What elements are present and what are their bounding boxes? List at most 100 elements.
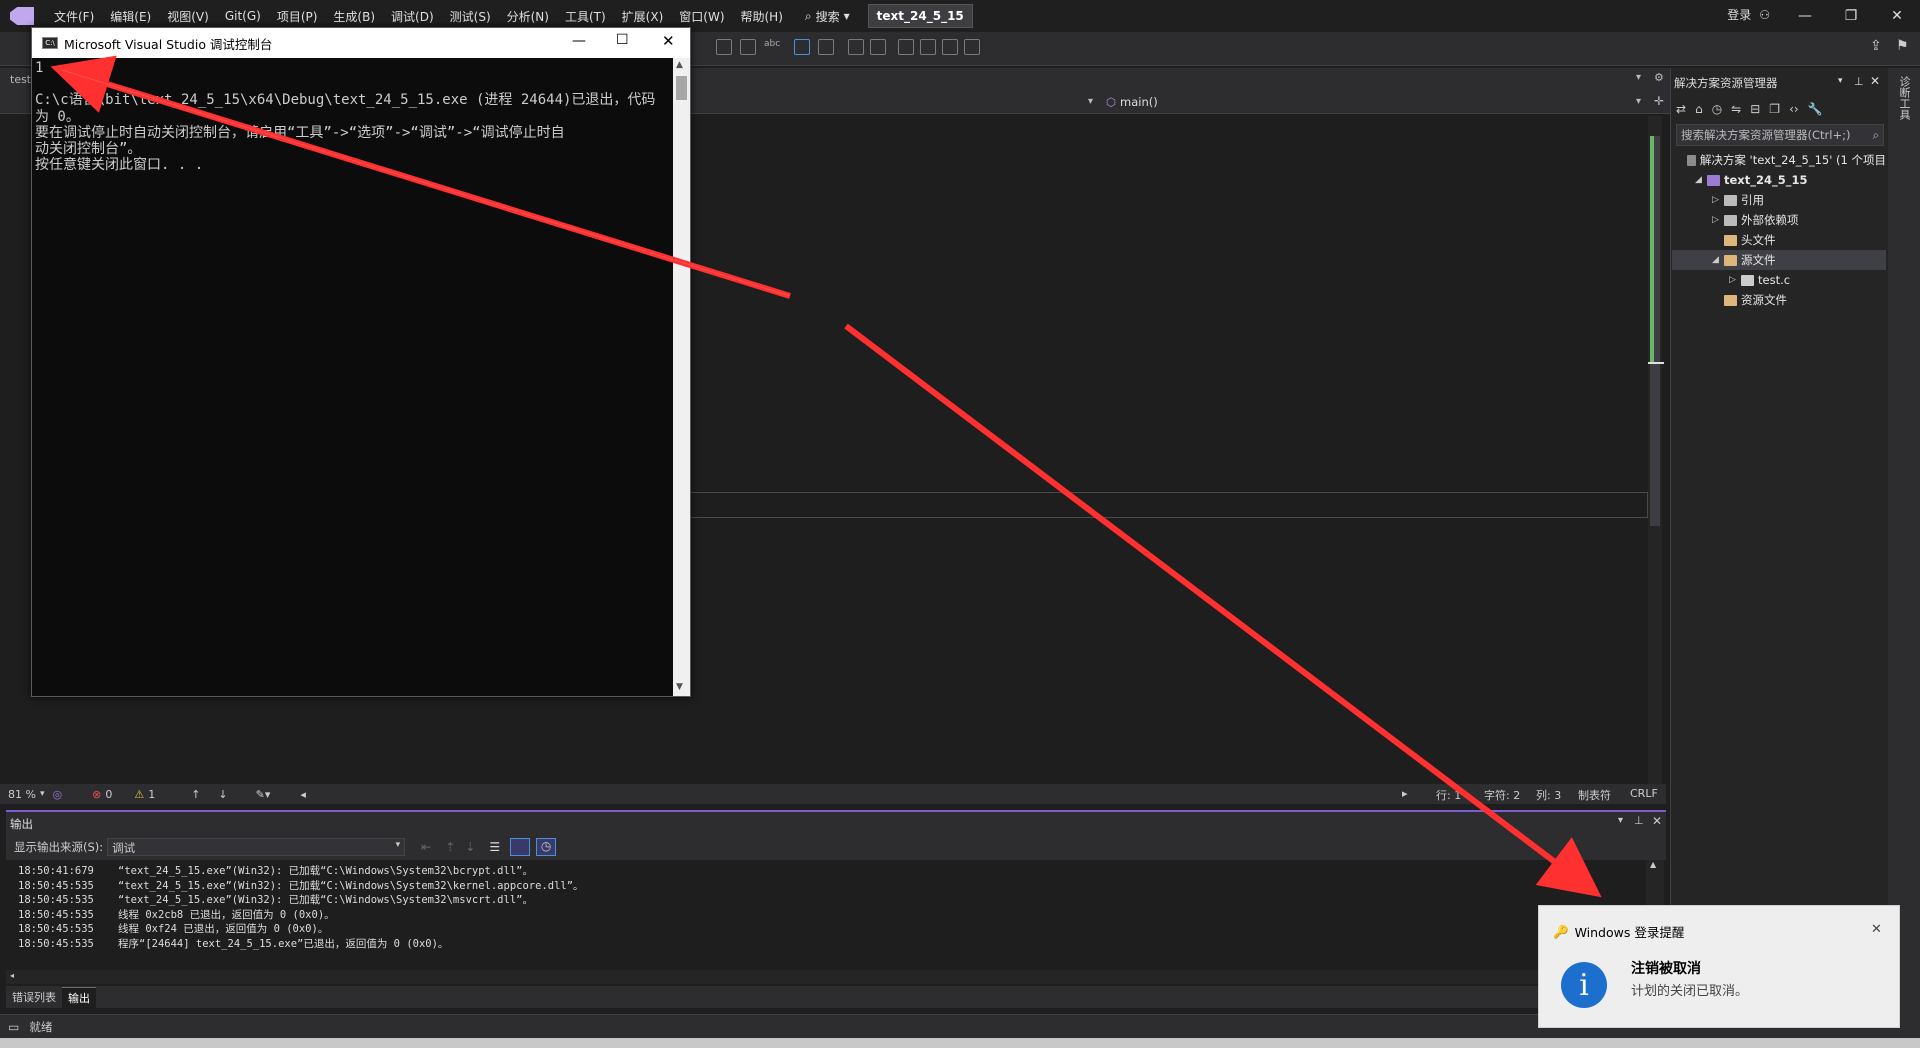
chevron-down-icon[interactable]: ▾ (1088, 96, 1093, 107)
bookmark-clear-icon[interactable] (964, 39, 980, 55)
share-icon[interactable]: ⇪ (1870, 38, 1882, 54)
menu-item-2[interactable]: 视图(V) (159, 8, 217, 25)
cleanup-icon[interactable]: ✎▾ (256, 788, 271, 801)
properties-icon[interactable]: 🔧 (1808, 102, 1823, 116)
history-icon[interactable]: ◷ (1712, 102, 1722, 116)
next-message-icon[interactable]: ⇣ (465, 840, 475, 854)
clear-all-icon[interactable]: ☰ (489, 840, 500, 854)
login-button[interactable]: 登录 ⚇ (1727, 6, 1770, 23)
panel-menu-icon[interactable]: ▾ (1838, 76, 1843, 86)
output-hscrollbar[interactable]: ◂ (6, 970, 1646, 984)
tree-expander-icon[interactable]: ▷ (1712, 215, 1722, 225)
scroll-down-icon[interactable]: ▼ (676, 682, 683, 692)
debug-console-window[interactable]: C:\ Microsoft Visual Studio 调试控制台 — ☐ ✕ … (31, 27, 691, 697)
tree-item[interactable]: ▷ test.c (1672, 270, 1886, 290)
source-select[interactable]: 调试 ▾ (107, 838, 406, 856)
menu-item-4[interactable]: 项目(P) (269, 8, 326, 25)
collapse-all-icon[interactable]: ⊟ (1750, 102, 1760, 116)
project-name-badge[interactable]: text_24_5_15 (867, 4, 973, 28)
show-all-files-icon[interactable]: ❐ (1769, 102, 1780, 116)
pin-icon[interactable]: ⊥ (1634, 814, 1644, 827)
feedback-icon[interactable]: ⚑ (1896, 38, 1909, 54)
bookmark-next-icon[interactable] (942, 39, 958, 55)
prev-message-icon[interactable]: ⇡ (445, 840, 455, 854)
close-icon[interactable]: ✕ (1652, 814, 1662, 828)
warning-count[interactable]: 1 (148, 788, 155, 801)
scroll-left-icon[interactable]: ◂ (300, 788, 306, 801)
gear-icon[interactable]: ⚙ (1654, 71, 1664, 84)
tree-item[interactable]: 解决方案 'text_24_5_15' (1 个项目 (1672, 150, 1886, 170)
tree-item[interactable]: ▷ 外部依赖项 (1672, 210, 1886, 230)
comment-icon[interactable] (848, 39, 864, 55)
tree-item[interactable]: ◢ text_24_5_15 (1672, 170, 1886, 190)
copilot-icon[interactable]: ◎ (52, 788, 62, 801)
console-output[interactable]: 1 C:\c语言\bit\text_24_5_15\x64\Debug\text_… (35, 60, 670, 173)
arrow-up-icon[interactable]: ↑ (191, 788, 200, 801)
code-view-icon[interactable]: ‹› (1789, 102, 1799, 116)
bookmark-prev-icon[interactable] (920, 39, 936, 55)
zoom-chevron-icon[interactable]: ▾ (40, 789, 45, 799)
home-icon[interactable]: ⌂ (1695, 102, 1703, 116)
output-text-area[interactable]: 18:50:41:679 “text_24_5_15.exe”(Win32): 已… (6, 860, 1646, 970)
maximize-icon[interactable]: ☐ (616, 32, 629, 48)
bottom-tab-0[interactable]: 错误列表 (6, 987, 62, 1007)
tree-expander-icon[interactable]: ◢ (1695, 175, 1705, 185)
tree-item[interactable]: 资源文件 (1672, 290, 1886, 310)
sync-icon[interactable]: ⇋ (1731, 102, 1741, 116)
pin-icon[interactable]: ⊥ (1854, 75, 1864, 88)
tab-list-chevron-icon[interactable]: ▾ (1636, 72, 1641, 83)
chevron-down-icon[interactable]: ▾ (1636, 96, 1641, 107)
layout-icon[interactable] (740, 39, 756, 55)
zoom-level[interactable]: 81 % (8, 788, 36, 801)
minimize-icon[interactable]: — (572, 33, 586, 49)
spellcheck-icon[interactable]: abc (764, 39, 780, 55)
doc-tab-test[interactable]: test (10, 73, 31, 86)
line-indicator[interactable]: 行: 1 (1436, 787, 1461, 803)
menu-item-9[interactable]: 工具(T) (557, 8, 614, 25)
word-wrap-icon[interactable] (510, 838, 531, 856)
minimize-icon[interactable]: — (1782, 8, 1828, 24)
bookmark-icon[interactable] (898, 39, 914, 55)
close-icon[interactable]: ✕ (662, 32, 675, 50)
windows-toast-notification[interactable]: 🔑 Windows 登录提醒 ✕ i 注销被取消 计划的关闭已取消。 (1538, 905, 1900, 1028)
eol-indicator[interactable]: CRLF (1630, 787, 1658, 800)
tab-indicator[interactable]: 制表符 (1578, 787, 1611, 803)
split-icon[interactable]: ✛ (1654, 94, 1664, 108)
bottom-tab-1[interactable]: 输出 (62, 986, 96, 1008)
menu-item-8[interactable]: 分析(N) (499, 8, 557, 25)
format-icon[interactable] (716, 39, 732, 55)
menu-item-7[interactable]: 测试(S) (442, 8, 499, 25)
menu-item-10[interactable]: 扩展(X) (614, 8, 672, 25)
menu-item-5[interactable]: 生成(B) (325, 8, 383, 25)
switch-view-icon[interactable]: ⇄ (1676, 102, 1686, 116)
notification-icon[interactable]: ▭ (8, 1020, 19, 1034)
search-button[interactable]: ⌕ 搜索 ▾ (805, 8, 850, 25)
error-count[interactable]: 0 (105, 788, 112, 801)
close-icon[interactable]: ✕ (1874, 8, 1920, 24)
uncomment-icon[interactable] (870, 39, 886, 55)
solution-search-input[interactable]: 搜索解决方案资源管理器(Ctrl+;) ⌕ (1676, 124, 1884, 146)
panel-menu-icon[interactable]: ▾ (1618, 815, 1623, 826)
scroll-left-icon[interactable]: ◂ (10, 971, 14, 980)
restore-icon[interactable]: ❐ (1828, 8, 1874, 24)
tree-item[interactable]: ▷ 引用 (1672, 190, 1886, 210)
tree-expander-icon[interactable]: ▷ (1729, 275, 1739, 285)
scroll-up-icon[interactable]: ▲ (1650, 860, 1656, 869)
scroll-right-icon[interactable]: ▸ (1402, 787, 1408, 800)
find-icon[interactable]: ⇤ (421, 840, 431, 854)
close-icon[interactable]: ✕ (1871, 922, 1882, 937)
console-title-bar[interactable]: C:\ Microsoft Visual Studio 调试控制台 — ☐ ✕ (32, 28, 690, 58)
visual-studio-logo-icon[interactable] (10, 7, 34, 25)
tree-expander-icon[interactable]: ◢ (1712, 255, 1722, 265)
tree-expander-icon[interactable]: ▷ (1712, 195, 1722, 205)
scope-dropdown[interactable]: ⬡ main() (1106, 95, 1158, 109)
char-indicator[interactable]: 字符: 2 (1484, 787, 1520, 803)
scroll-up-icon[interactable]: ▲ (676, 60, 683, 70)
menu-item-11[interactable]: 窗口(W) (671, 8, 732, 25)
console-scroll-thumb[interactable] (676, 76, 687, 100)
diagnostic-tools-tab[interactable]: 诊断工具 (1896, 76, 1912, 120)
menu-item-12[interactable]: 帮助(H) (733, 8, 791, 25)
menu-item-0[interactable]: 文件(F) (46, 8, 102, 25)
menu-item-1[interactable]: 编辑(E) (102, 8, 159, 25)
step-icon[interactable] (794, 39, 810, 55)
